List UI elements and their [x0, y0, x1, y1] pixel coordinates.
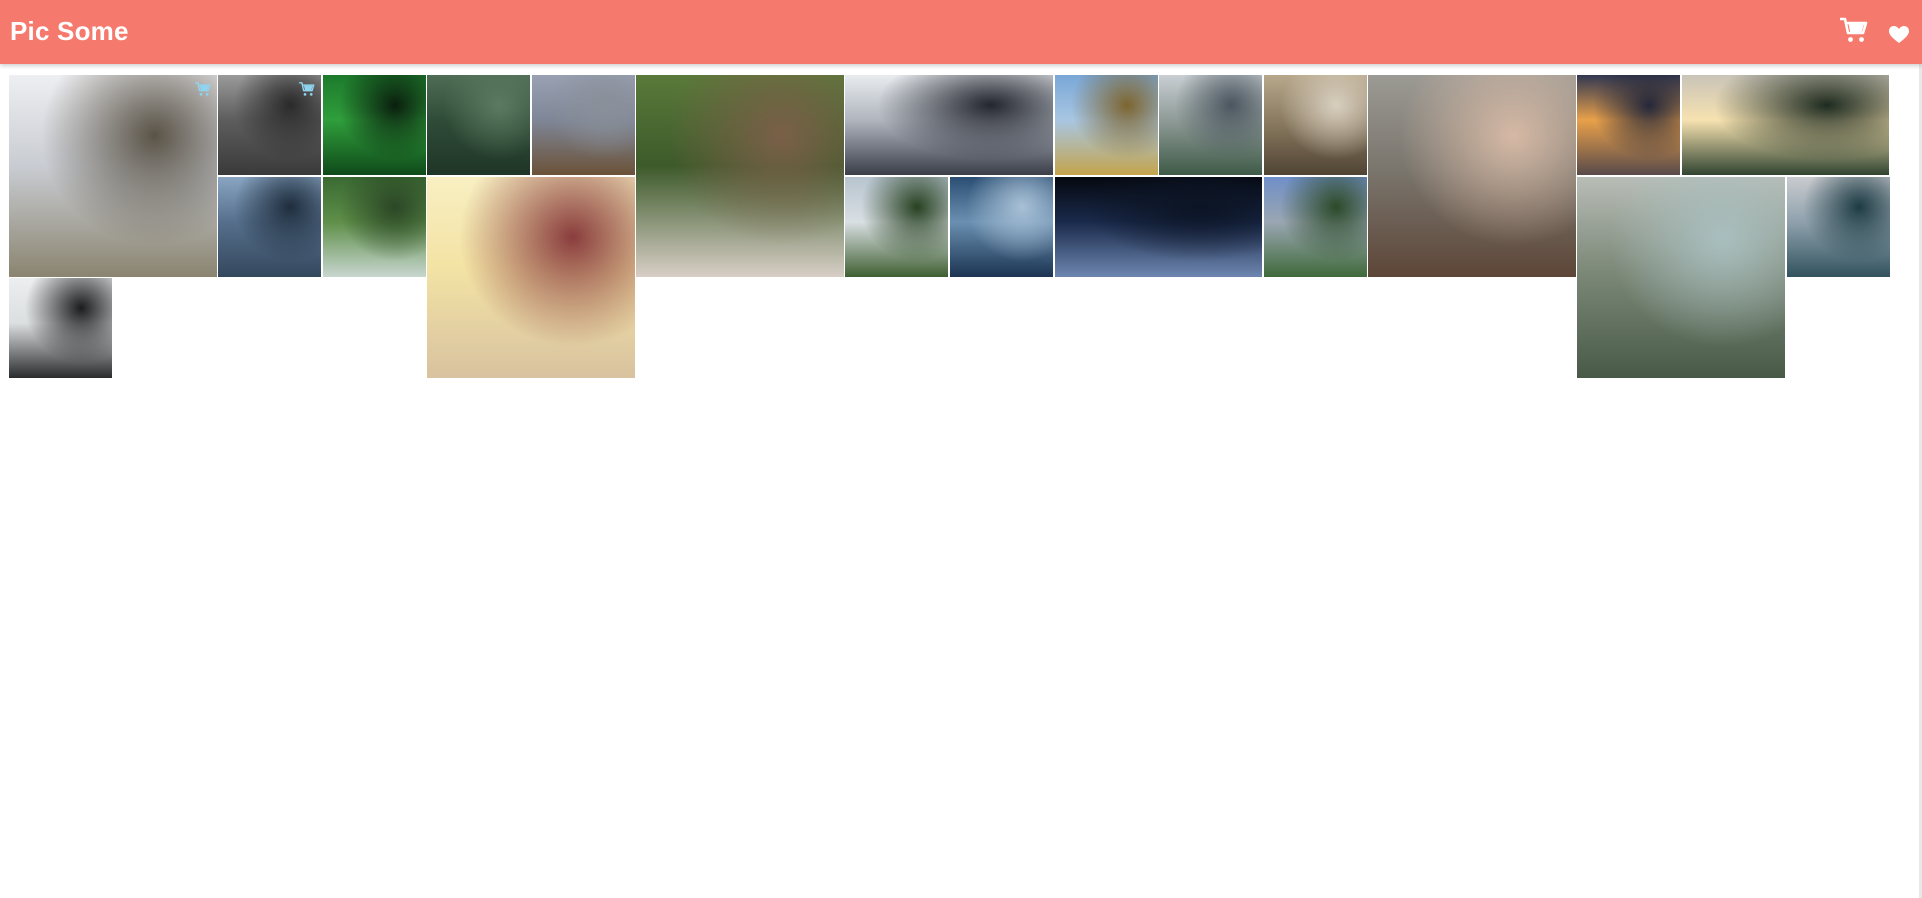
photo-highway-sunset[interactable]	[1577, 75, 1681, 175]
photo-yosemite[interactable]	[1263, 176, 1367, 277]
photo-grid	[9, 75, 1909, 381]
photo-star-trails[interactable]	[1054, 176, 1263, 277]
photo-skyscraper[interactable]	[845, 75, 1053, 175]
photo-foggy-forest[interactable]	[218, 75, 322, 175]
photo-wave[interactable]	[950, 176, 1054, 277]
photo-eagle[interactable]	[531, 75, 635, 175]
cart-icon[interactable]	[298, 80, 316, 98]
app-header: Pic Some	[0, 0, 1922, 64]
photo-misty-mountain[interactable]	[1786, 176, 1890, 277]
photo-pug-blanket[interactable]	[636, 75, 844, 277]
photo-grass-figure[interactable]	[427, 75, 531, 175]
photo-desert-trees[interactable]	[1263, 75, 1367, 175]
photo-pine-sun[interactable]	[1681, 75, 1890, 175]
photo-waterfall[interactable]	[322, 176, 426, 277]
photo-aurora[interactable]	[322, 75, 426, 175]
cart-icon[interactable]	[194, 80, 212, 98]
heart-icon[interactable]	[1889, 26, 1909, 44]
photo-city-park[interactable]	[1159, 75, 1263, 175]
photo-river-valley[interactable]	[1577, 176, 1785, 378]
photo-feet-field[interactable]	[1054, 75, 1158, 175]
photo-sea-stack[interactable]	[9, 278, 112, 378]
photo-bear[interactable]	[9, 75, 217, 277]
app-title[interactable]: Pic Some	[10, 16, 129, 47]
photo-dreamcatcher[interactable]	[427, 176, 635, 378]
photo-castle[interactable]	[845, 176, 949, 277]
photo-seascape[interactable]	[218, 176, 322, 277]
cart-icon[interactable]	[1838, 14, 1870, 46]
photo-woman-portrait[interactable]	[1368, 75, 1576, 277]
